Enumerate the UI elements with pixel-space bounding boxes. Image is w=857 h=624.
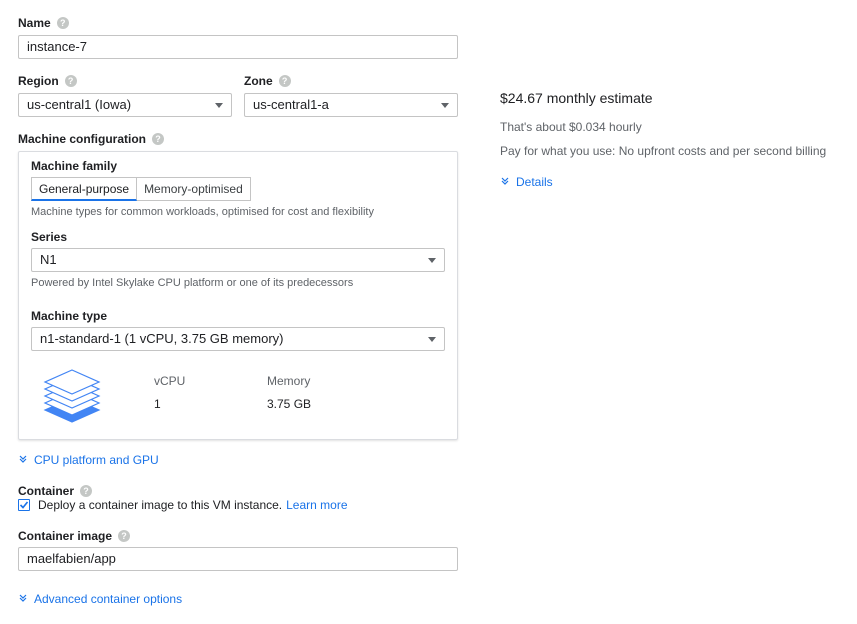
region-label: Region (18, 74, 59, 88)
help-circle-icon[interactable]: ? (64, 75, 77, 87)
layers-stack-icon (43, 369, 101, 423)
details-expander[interactable]: Details (500, 175, 553, 189)
region-select[interactable]: us-central1 (Iowa) (18, 93, 232, 117)
estimate-title: $24.67 monthly estimate (500, 90, 653, 106)
memory-header: Memory (267, 374, 311, 388)
tab-memory-optimised[interactable]: Memory-optimised (137, 177, 251, 201)
advanced-container-link[interactable]: Advanced container options (34, 592, 182, 606)
machine-config-label: Machine configuration (18, 132, 147, 146)
name-input-value: instance-7 (27, 39, 87, 54)
machine-family-hint: Machine types for common workloads, opti… (31, 206, 374, 218)
help-circle-icon[interactable]: ? (152, 133, 165, 145)
series-select-value: N1 (40, 252, 57, 267)
estimate-billing: Pay for what you use: No upfront costs a… (500, 144, 827, 158)
details-link[interactable]: Details (516, 175, 553, 189)
advanced-container-expander[interactable]: Advanced container options (18, 592, 182, 606)
container-checkbox-text: Deploy a container image to this VM inst… (38, 498, 283, 512)
machine-type-select[interactable]: n1-standard-1 (1 vCPU, 3.75 GB memory) (31, 327, 445, 351)
checkbox-checked-icon[interactable] (18, 499, 30, 511)
help-circle-icon[interactable]: ? (56, 17, 69, 29)
memory-value: 3.75 GB (267, 397, 312, 411)
dropdown-caret-icon (428, 337, 436, 342)
container-checkbox-row: Deploy a container image to this VM inst… (18, 498, 348, 512)
cpu-platform-link[interactable]: CPU platform and GPU (34, 453, 159, 467)
help-circle-icon[interactable]: ? (278, 75, 291, 87)
series-label: Series (31, 230, 68, 244)
name-label: Name (18, 16, 51, 30)
container-label: Container (18, 484, 75, 498)
expand-more-icon (500, 175, 510, 189)
help-circle-icon[interactable]: ? (118, 530, 131, 542)
container-image-label-row: Container image? (18, 529, 131, 543)
cpu-platform-expander[interactable]: CPU platform and GPU (18, 453, 159, 467)
container-image-label: Container image (18, 529, 113, 543)
zone-label-row: Zone? (244, 74, 291, 88)
expand-more-icon (18, 592, 28, 606)
machine-family-toggle: General-purpose Memory-optimised (31, 177, 251, 201)
zone-label: Zone (244, 74, 273, 88)
learn-more-link[interactable]: Learn more (286, 498, 347, 512)
expand-more-icon (18, 453, 28, 467)
machine-config-label-row: Machine configuration? (18, 132, 165, 146)
name-input[interactable]: instance-7 (18, 35, 458, 59)
series-select[interactable]: N1 (31, 248, 445, 272)
container-label-row: Container? (18, 484, 93, 498)
zone-select[interactable]: us-central1-a (244, 93, 458, 117)
estimate-hourly: That's about $0.034 hourly (500, 120, 642, 134)
dropdown-caret-icon (441, 103, 449, 108)
name-label-row: Name? (18, 16, 69, 30)
zone-select-value: us-central1-a (253, 97, 329, 112)
vcpu-value: 1 (154, 397, 161, 411)
tab-general-purpose[interactable]: General-purpose (31, 177, 138, 201)
container-image-value: maelfabien/app (27, 551, 116, 566)
machine-type-label: Machine type (31, 309, 108, 323)
region-select-value: us-central1 (Iowa) (27, 97, 132, 112)
machine-type-select-value: n1-standard-1 (1 vCPU, 3.75 GB memory) (40, 331, 284, 346)
region-label-row: Region? (18, 74, 77, 88)
help-circle-icon[interactable]: ? (80, 485, 93, 497)
container-image-input[interactable]: maelfabien/app (18, 547, 458, 571)
vcpu-header: vCPU (154, 374, 186, 388)
series-hint: Powered by Intel Skylake CPU platform or… (31, 277, 354, 289)
machine-config-card: Machine family General-purpose Memory-op… (18, 151, 458, 440)
machine-family-label: Machine family (31, 159, 118, 173)
dropdown-caret-icon (215, 103, 223, 108)
dropdown-caret-icon (428, 258, 436, 263)
